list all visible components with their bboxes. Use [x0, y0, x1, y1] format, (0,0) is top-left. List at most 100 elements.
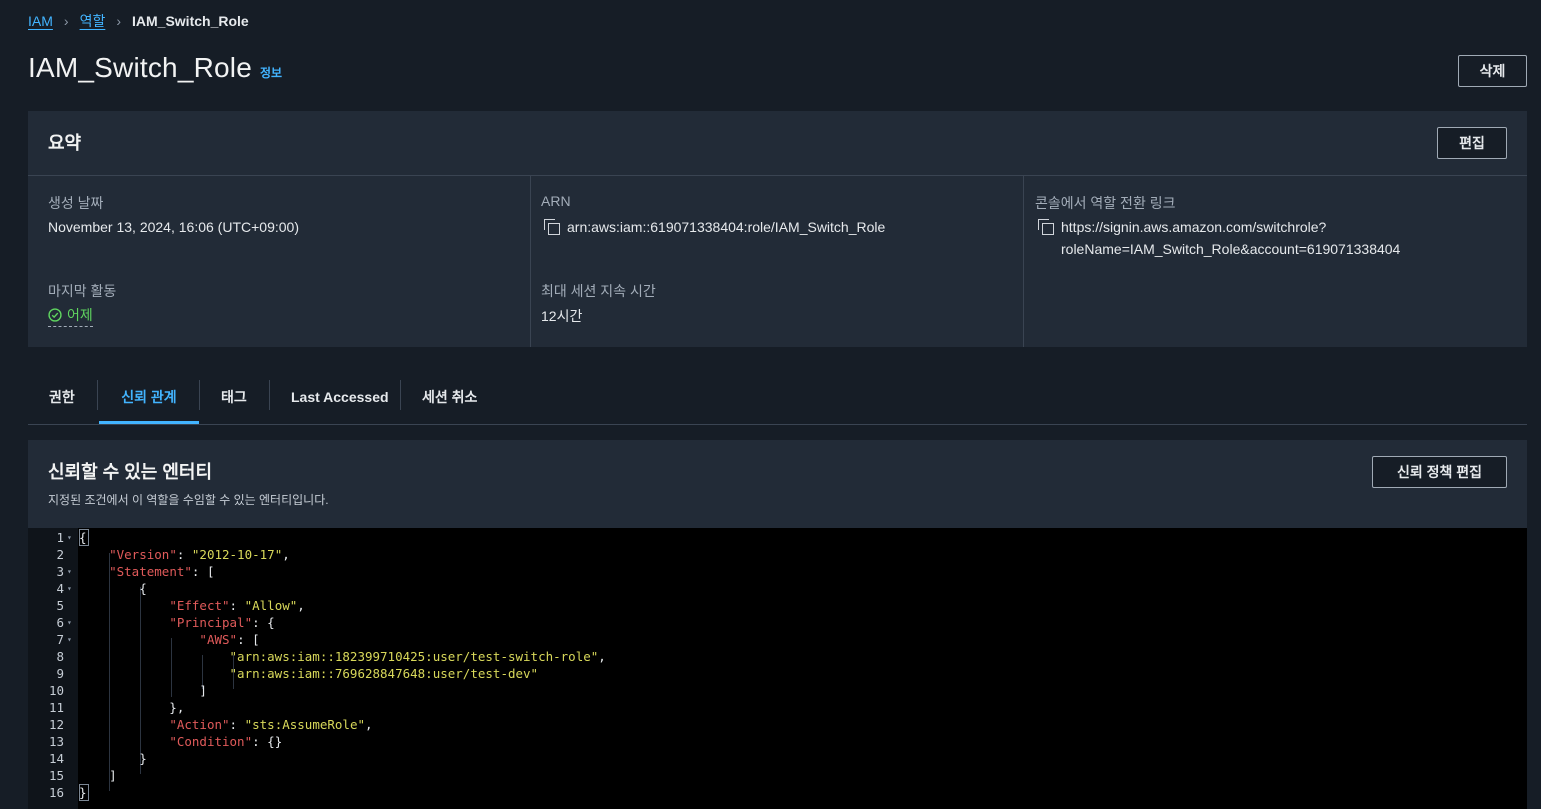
line-number: 14: [48, 751, 64, 766]
code-line[interactable]: 12 "Action": "sts:AssumeRole",: [28, 716, 1527, 733]
switch-link-line2[interactable]: roleName=IAM_Switch_Role&account=6190713…: [1061, 241, 1400, 257]
line-number: 2: [56, 547, 64, 562]
code-text: },: [79, 700, 185, 715]
tab-bar: 권한 신뢰 관계 태그 Last Accessed 세션 취소: [28, 370, 1527, 425]
tab-last-accessed[interactable]: Last Accessed: [291, 370, 389, 423]
code-line[interactable]: 14 }: [28, 750, 1527, 767]
code-text: "AWS": [: [199, 632, 260, 647]
tab-divider: [400, 380, 401, 410]
code-line[interactable]: 8 "arn:aws:iam::182399710425:user/test-s…: [28, 648, 1527, 665]
line-number: 9: [56, 666, 64, 681]
creation-date-label: 생성 날짜: [48, 195, 104, 211]
summary-column-dates: 생성 날짜 November 13, 2024, 16:06 (UTC+09:0…: [28, 175, 530, 347]
last-activity-label: 마지막 활동: [48, 283, 117, 299]
page-title: IAM_Switch_Role: [28, 52, 252, 83]
code-line[interactable]: 5 "Effect": "Allow",: [28, 597, 1527, 614]
summary-column-switch-link: 콘솔에서 역할 전환 링크 https://signin.aws.amazon.…: [1023, 175, 1527, 347]
line-number: 6: [56, 615, 64, 630]
fold-toggle-icon[interactable]: ▾: [67, 631, 72, 648]
code-line[interactable]: 10 ]: [28, 682, 1527, 699]
last-activity-value: 어제: [67, 307, 93, 323]
line-number: 3: [56, 564, 64, 579]
last-activity-status[interactable]: 어제: [48, 305, 93, 327]
check-circle-icon: [48, 308, 62, 322]
arn-value: arn:aws:iam::619071338404:role/IAM_Switc…: [567, 219, 886, 235]
code-text: "Statement": [: [109, 564, 215, 579]
max-session-label: 최대 세션 지속 시간: [541, 283, 656, 299]
summary-column-arn: ARN arn:aws:iam::619071338404:role/IAM_S…: [530, 175, 1023, 347]
code-line[interactable]: 1 ▾{: [28, 529, 1527, 546]
code-text: "Version": "2012-10-17",: [109, 547, 290, 562]
line-number: 16: [48, 785, 64, 800]
code-text: "Effect": "Allow",: [169, 598, 305, 613]
code-line[interactable]: 16}: [28, 784, 1527, 801]
line-number: 12: [48, 717, 64, 732]
trusted-entities-panel: 신뢰할 수 있는 엔터티 지정된 조건에서 이 역할을 수임할 수 있는 엔터티…: [28, 440, 1527, 809]
line-number: 8: [56, 649, 64, 664]
code-text: ]: [79, 768, 117, 783]
code-line[interactable]: 15 ]: [28, 767, 1527, 784]
chevron-right-icon: ›: [63, 13, 69, 29]
code-text: "Action": "sts:AssumeRole",: [169, 717, 373, 732]
trust-policy-editor[interactable]: 1 ▾{2 "Version": "2012-10-17", 3 ▾ "Stateme…: [28, 528, 1527, 809]
code-line[interactable]: 3 ▾ "Statement": [: [28, 563, 1527, 580]
code-text: "arn:aws:iam::182399710425:user/test-swi…: [229, 649, 606, 664]
line-number: 15: [48, 768, 64, 783]
tab-tags[interactable]: 태그: [221, 370, 247, 423]
line-number: 13: [48, 734, 64, 749]
code-text: "Condition": {}: [169, 734, 283, 749]
line-number: 10: [48, 683, 64, 698]
switch-link-line1[interactable]: https://signin.aws.amazon.com/switchrole…: [1061, 219, 1326, 235]
fold-toggle-icon[interactable]: ▾: [67, 580, 72, 597]
summary-panel: 요약 편집 생성 날짜 November 13, 2024, 16:06 (UT…: [28, 111, 1527, 347]
copy-icon[interactable]: [543, 218, 561, 236]
breadcrumb: IAM › 역할 › IAM_Switch_Role: [28, 11, 249, 31]
code-line[interactable]: 4 ▾ {: [28, 580, 1527, 597]
fold-toggle-icon[interactable]: ▾: [67, 529, 72, 546]
max-session-value: 12시간: [541, 308, 583, 324]
tab-divider: [269, 380, 270, 410]
arn-label: ARN: [541, 193, 571, 209]
code-text: }: [79, 751, 147, 766]
line-number: 4: [56, 581, 64, 596]
code-line[interactable]: 7 ▾ "AWS": [: [28, 631, 1527, 648]
fold-toggle-icon[interactable]: ▾: [67, 563, 72, 580]
breadcrumb-iam-link[interactable]: IAM: [28, 13, 53, 29]
code-text: "Principal": {: [169, 615, 275, 630]
info-link[interactable]: 정보: [260, 64, 282, 81]
trusted-entities-title: 신뢰할 수 있는 엔터티: [48, 462, 213, 482]
fold-toggle-icon[interactable]: ▾: [67, 614, 72, 631]
line-number: 11: [48, 700, 64, 715]
code-line[interactable]: 6 ▾ "Principal": {: [28, 614, 1527, 631]
delete-button[interactable]: 삭제: [1458, 55, 1527, 87]
page-header: IAM_Switch_Role 정보: [28, 52, 282, 84]
code-line[interactable]: 13 "Condition": {}: [28, 733, 1527, 750]
summary-title: 요약: [48, 133, 82, 153]
breadcrumb-current: IAM_Switch_Role: [132, 13, 249, 29]
line-number: 7: [56, 632, 64, 647]
breadcrumb-roles-link[interactable]: 역할: [80, 11, 106, 31]
tab-divider: [97, 380, 98, 410]
bracket-match-highlight: [79, 784, 89, 801]
code-line[interactable]: 9 "arn:aws:iam::769628847648:user/test-d…: [28, 665, 1527, 682]
code-line[interactable]: 2 "Version": "2012-10-17",: [28, 546, 1527, 563]
switch-link-label: 콘솔에서 역할 전환 링크: [1035, 195, 1176, 211]
chevron-right-icon: ›: [116, 13, 121, 29]
code-text: "arn:aws:iam::769628847648:user/test-dev…: [229, 666, 539, 681]
line-number: 1: [56, 530, 64, 545]
edit-trust-policy-button[interactable]: 신뢰 정책 편집: [1372, 456, 1507, 488]
tab-permissions[interactable]: 권한: [49, 370, 75, 423]
code-line[interactable]: 11 },: [28, 699, 1527, 716]
code-text: {: [79, 581, 147, 596]
line-number: 5: [56, 598, 64, 613]
code-text: ]: [79, 683, 207, 698]
tab-revoke-sessions[interactable]: 세션 취소: [422, 370, 477, 423]
tab-trust-relationships[interactable]: 신뢰 관계: [99, 370, 199, 424]
trusted-entities-description: 지정된 조건에서 이 역할을 수임할 수 있는 엔터티입니다.: [48, 493, 329, 507]
bracket-match-highlight: [79, 529, 89, 546]
creation-date-value: November 13, 2024, 16:06 (UTC+09:00): [48, 219, 299, 235]
copy-icon[interactable]: [1037, 218, 1055, 236]
edit-button[interactable]: 편집: [1437, 127, 1507, 159]
summary-header: 요약 편집: [28, 111, 1527, 176]
tab-divider: [199, 380, 200, 410]
